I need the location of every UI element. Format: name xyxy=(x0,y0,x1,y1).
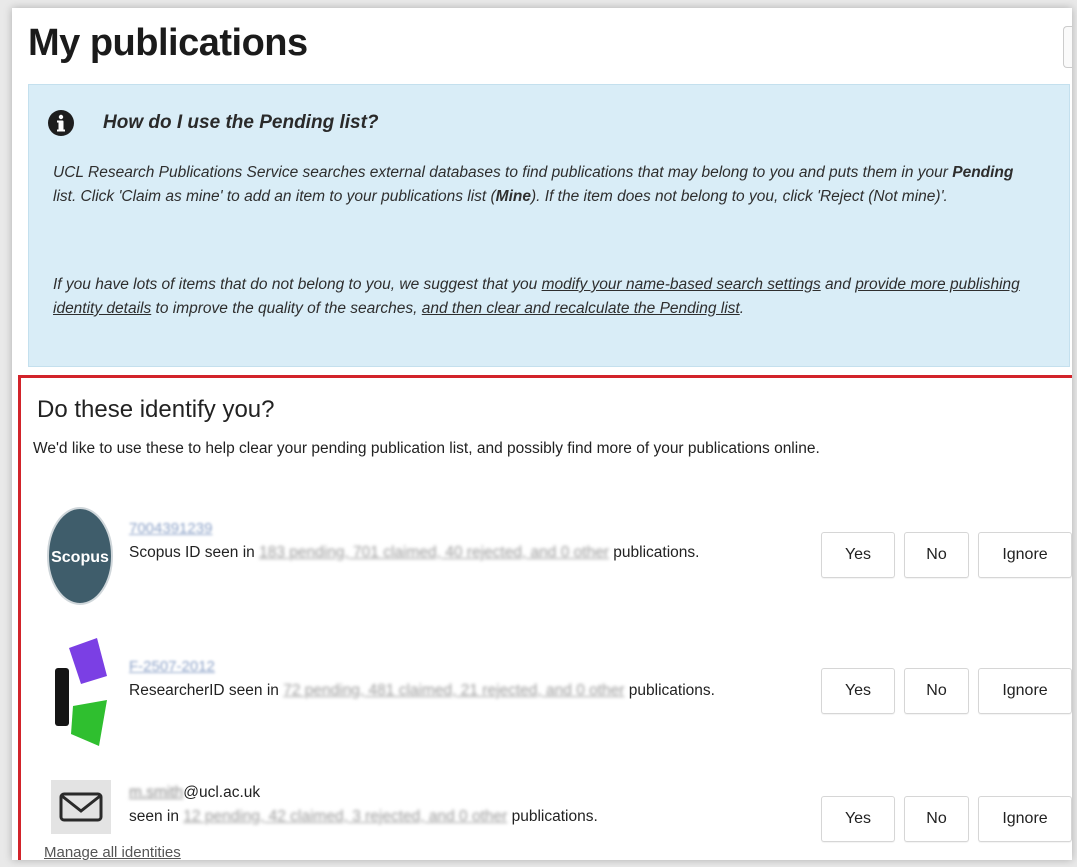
seen-counts: 12 pending, 42 claimed, 3 rejected, and … xyxy=(183,808,508,825)
yes-button[interactable]: Yes xyxy=(821,532,895,578)
info-icon xyxy=(48,110,74,136)
pending-list-info-box: How do I use the Pending list? UCL Resea… xyxy=(28,84,1070,367)
identity-row-researcherid: F-2507-2012 ResearcherID seen in 72 pend… xyxy=(21,632,1072,746)
email-local-part: m.smith xyxy=(129,784,184,801)
seen-suffix: publications. xyxy=(624,682,715,699)
scopus-logo-icon: Scopus xyxy=(47,507,113,605)
researcherid-logo-icon xyxy=(55,638,107,746)
no-button[interactable]: No xyxy=(904,532,969,578)
email-seen-line: seen in 12 pending, 42 claimed, 3 reject… xyxy=(129,808,598,826)
ignore-button[interactable]: Ignore xyxy=(978,796,1072,842)
seen-counts: 183 pending, 701 claimed, 40 rejected, a… xyxy=(259,544,609,561)
seen-prefix: ResearcherID seen in xyxy=(129,682,284,699)
yes-button[interactable]: Yes xyxy=(821,796,895,842)
mail-icon xyxy=(51,780,111,834)
info-text-segment: to improve the quality of the searches, xyxy=(151,300,422,317)
pending-emphasis: Pending xyxy=(952,164,1014,181)
email-domain: @ucl.ac.uk xyxy=(183,784,261,801)
scopus-id-link[interactable]: 7004391239 xyxy=(129,520,212,537)
page-container: My publications How do I use the Pending… xyxy=(12,8,1072,860)
identity-row-scopus: Scopus 7004391239 Scopus ID seen in 183 … xyxy=(21,496,1072,606)
manage-all-identities-link[interactable]: Manage all identities xyxy=(44,844,181,860)
top-right-control[interactable] xyxy=(1063,26,1072,68)
ignore-button[interactable]: Ignore xyxy=(978,532,1072,578)
seen-prefix: seen in xyxy=(129,808,184,825)
info-text-segment: list. Click 'Claim as mine' to add an it… xyxy=(53,188,496,205)
identities-heading: Do these identify you? xyxy=(37,396,275,423)
no-button[interactable]: No xyxy=(904,796,969,842)
researcherid-link[interactable]: F-2507-2012 xyxy=(129,658,215,675)
info-text-segment: If you have lots of items that do not be… xyxy=(53,276,542,293)
yes-button[interactable]: Yes xyxy=(821,668,895,714)
scopus-seen-line: Scopus ID seen in 183 pending, 701 claim… xyxy=(129,544,699,562)
identities-description: We'd like to use these to help clear you… xyxy=(33,440,820,457)
info-paragraph-1: UCL Research Publications Service search… xyxy=(53,161,1033,209)
page-title: My publications xyxy=(28,22,308,64)
ignore-button[interactable]: Ignore xyxy=(978,668,1072,714)
scopus-logo-text: Scopus xyxy=(51,549,109,566)
info-paragraph-2: If you have lots of items that do not be… xyxy=(53,273,1033,321)
clear-recalculate-pending-link[interactable]: and then clear and recalculate the Pendi… xyxy=(422,300,740,317)
mine-emphasis: Mine xyxy=(495,188,531,205)
info-text-segment: and xyxy=(820,276,856,293)
info-text-segment: . xyxy=(739,300,745,317)
email-address: m.smith@ucl.ac.uk xyxy=(129,784,260,802)
seen-suffix: publications. xyxy=(507,808,598,825)
researcherid-seen-line: ResearcherID seen in 72 pending, 481 cla… xyxy=(129,682,715,700)
seen-suffix: publications. xyxy=(608,544,700,561)
seen-prefix: Scopus ID seen in xyxy=(129,544,260,561)
info-heading: How do I use the Pending list? xyxy=(103,112,379,133)
no-button[interactable]: No xyxy=(904,668,969,714)
info-text-segment: ). If the item does not belong to you, c… xyxy=(530,188,948,205)
modify-search-settings-link[interactable]: modify your name-based search settings xyxy=(542,276,821,293)
seen-counts: 72 pending, 481 claimed, 21 rejected, an… xyxy=(283,682,625,699)
info-text-segment: UCL Research Publications Service search… xyxy=(53,164,953,181)
identities-panel: Do these identify you? We'd like to use … xyxy=(18,375,1072,860)
